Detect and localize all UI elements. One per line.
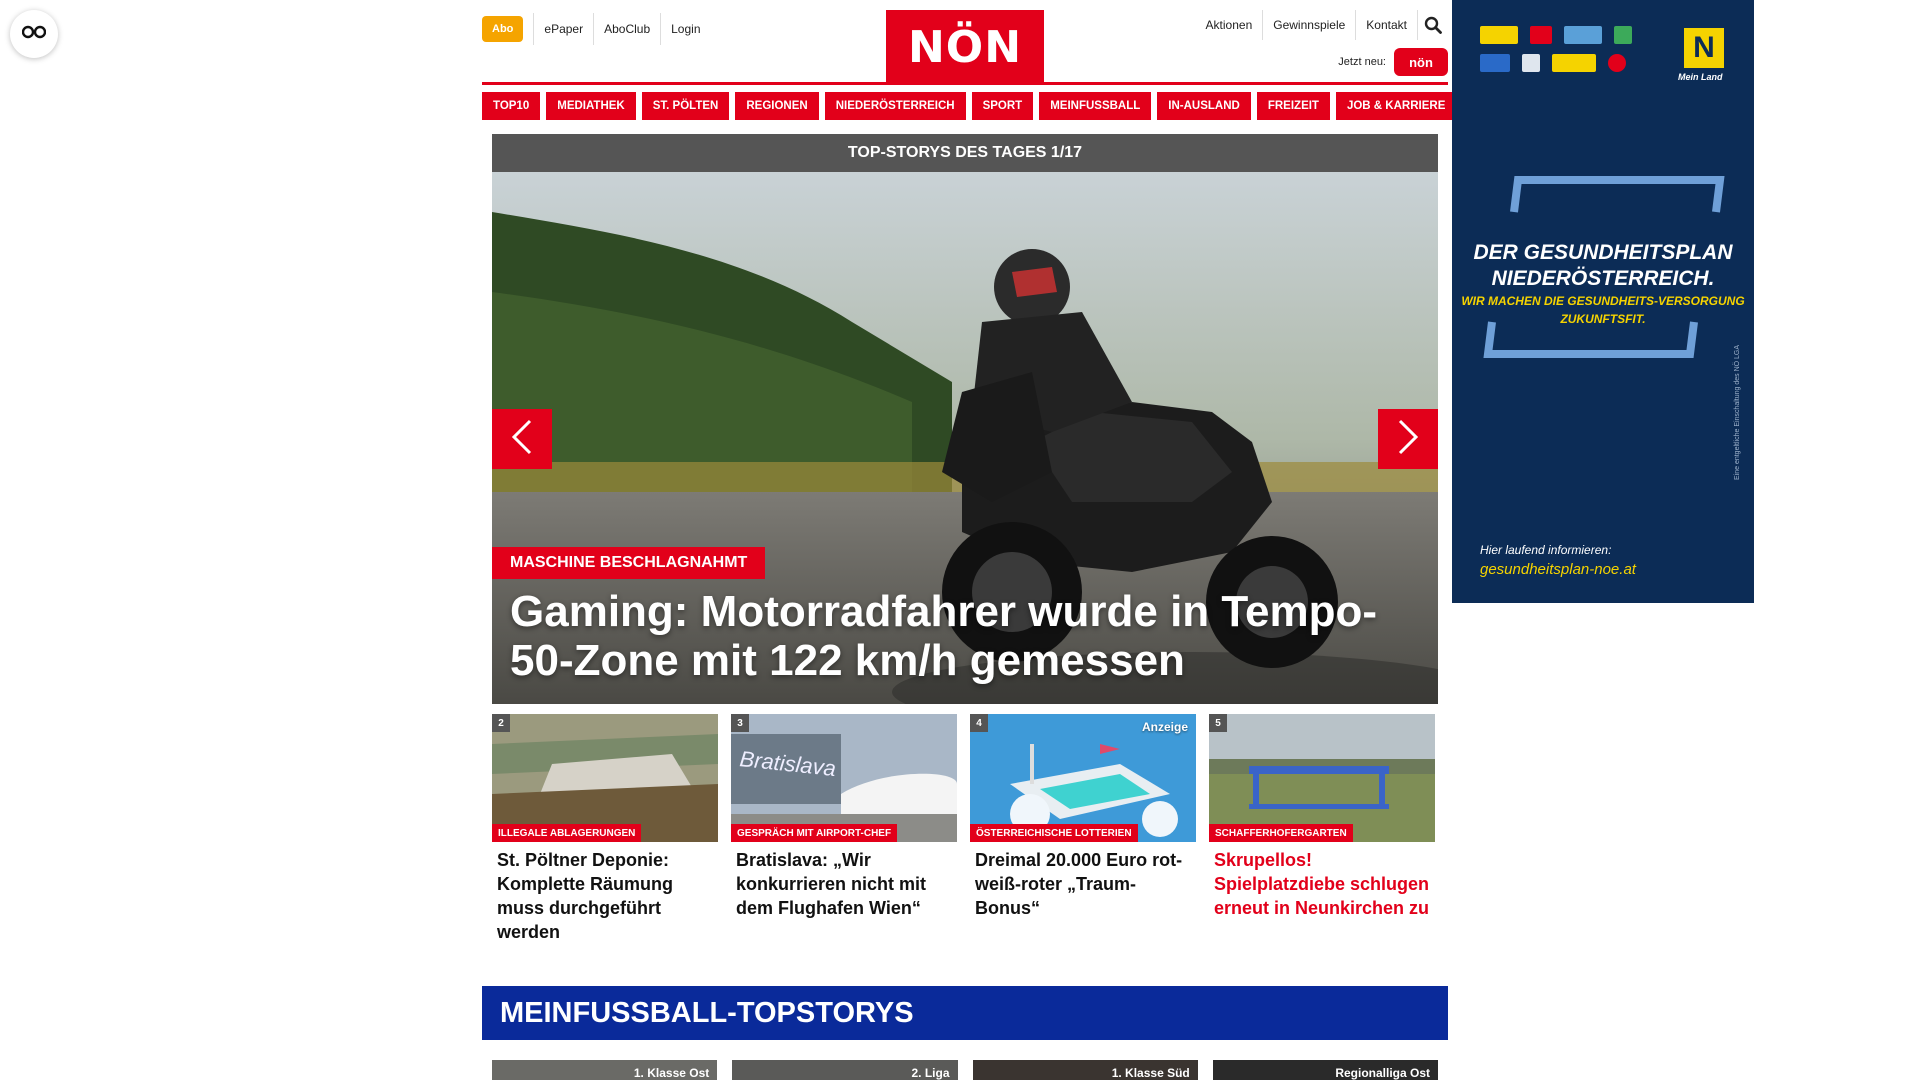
noe-logo: N — [1684, 28, 1724, 68]
ad-subline: WIR MACHEN DIE GESUNDHEITS-VERSORGUNG ZU… — [1461, 294, 1745, 326]
card-number: 4 — [970, 714, 988, 732]
kontakt-link[interactable]: Kontakt — [1356, 10, 1418, 40]
meinfussball-header[interactable]: MEINFUSSBALL-TOPSTORYS — [482, 986, 1448, 1040]
jetzt-neu: Jetzt neu: nön — [1338, 48, 1448, 76]
ad-disclaimer: Eine entgeltliche Einschaltung des NÖ LG… — [1734, 344, 1741, 480]
meinfussball-card[interactable]: Regionalliga Ost — [1212, 1060, 1438, 1080]
meinfussball-card[interactable]: 1. Klasse Süd — [972, 1060, 1198, 1080]
header-right-links: Aktionen Gewinnspiele Kontakt — [1196, 10, 1448, 40]
abo-button[interactable]: Abo — [482, 16, 524, 42]
jetzt-neu-label: Jetzt neu: — [1338, 56, 1386, 68]
hero-next-button[interactable] — [1378, 409, 1438, 469]
ad-label: Anzeige — [1141, 720, 1188, 734]
league-label: 1. Klasse Ost — [633, 1066, 710, 1080]
nav-sport[interactable]: SPORT — [971, 92, 1034, 120]
meinfussball-card[interactable]: 1. Klasse Ost — [492, 1060, 718, 1080]
ad-headline: DER GESUNDHEITSPLAN NIEDERÖSTERREICH. — [1473, 241, 1733, 290]
story-card[interactable]: 4 Anzeige ÖSTERREICHISCHE LOTTERIEN Drei… — [970, 714, 1196, 944]
hero-kicker: MASCHINE BESCHLAGNAHMT — [492, 547, 766, 579]
card-kicker: GESPRÄCH MIT AIRPORT-CHEF — [731, 824, 898, 842]
main-nav: TOP10 MEDIATHEK ST. PÖLTEN REGIONEN NIED… — [482, 92, 1457, 120]
card-title[interactable]: Bratislava: „Wir konkurrieren nicht mit … — [731, 842, 957, 920]
reader-mode-button[interactable] — [10, 10, 58, 58]
partner-logo — [1522, 54, 1540, 72]
story-card[interactable]: Bratislava 3 GESPRÄCH MIT AIRPORT-CHEF B… — [731, 714, 957, 944]
aktionen-link[interactable]: Aktionen — [1196, 10, 1264, 40]
partner-logo — [1530, 26, 1552, 44]
card-title[interactable]: Skrupellos! Spielplatzdiebe schlugen ern… — [1209, 842, 1435, 920]
card-kicker: ILLEGALE ABLAGERUNGEN — [492, 824, 642, 842]
reader-icon — [21, 25, 47, 44]
nav-job-karriere[interactable]: JOB & KARRIERE — [1335, 92, 1457, 120]
card-number: 5 — [1209, 714, 1227, 732]
league-label: 1. Klasse Süd — [1111, 1066, 1190, 1080]
card-number: 3 — [731, 714, 749, 732]
login-link[interactable]: Login — [660, 13, 710, 45]
card-kicker: SCHAFFERHOFERGARTEN — [1209, 824, 1353, 842]
story-card[interactable]: 2 ILLEGALE ABLAGERUNGEN St. Pöltner Depo… — [492, 714, 718, 944]
partner-logo — [1480, 26, 1518, 44]
search-icon[interactable] — [1418, 10, 1448, 40]
nav-top10[interactable]: TOP10 — [482, 92, 541, 120]
nav-niederoesterreich[interactable]: NIEDERÖSTERREICH — [824, 92, 966, 120]
site-header: Abo ePaper AboClub Login NÖN Aktionen Ge… — [482, 0, 1448, 86]
partner-logo — [1564, 26, 1602, 44]
partner-logo — [1552, 54, 1596, 72]
nav-st-poelten[interactable]: ST. PÖLTEN — [641, 92, 730, 120]
ad-banner[interactable]: N Mein Land DER GESUNDHEITSPLAN NIEDERÖS… — [1452, 0, 1754, 603]
ad-partner-logos — [1480, 26, 1680, 82]
ad-info: Hier laufend informieren: — [1480, 543, 1612, 557]
league-label: 2. Liga — [911, 1066, 950, 1080]
nav-freizeit[interactable]: FREIZEIT — [1256, 92, 1330, 120]
meinfussball-cards: 1. Klasse Ost 2. Liga 1. Klasse Süd Regi… — [492, 1060, 1438, 1080]
nav-regionen[interactable]: REGIONEN — [735, 92, 819, 120]
league-label: Regionalliga Ost — [1335, 1066, 1430, 1080]
card-title[interactable]: Dreimal 20.000 Euro rot-weiß-roter „Trau… — [970, 842, 1196, 920]
card-image: 2 ILLEGALE ABLAGERUNGEN — [492, 714, 718, 842]
hero-prev-button[interactable] — [492, 409, 552, 469]
noen-logo[interactable]: NÖN — [886, 10, 1044, 84]
epaper-link[interactable]: ePaper — [533, 13, 593, 45]
chevron-left-icon — [511, 419, 533, 460]
story-card[interactable]: 5 SCHAFFERHOFERGARTEN Skrupellos! Spielp… — [1209, 714, 1435, 944]
chevron-right-icon — [1397, 419, 1419, 460]
meinfussball-card[interactable]: 2. Liga — [732, 1060, 958, 1080]
card-image: 5 SCHAFFERHOFERGARTEN — [1209, 714, 1435, 842]
card-title[interactable]: St. Pöltner Deponie: Komplette Räumung m… — [492, 842, 718, 944]
card-number: 2 — [492, 714, 510, 732]
header-rule — [482, 82, 1448, 85]
nav-in-ausland[interactable]: IN-AUSLAND — [1157, 92, 1251, 120]
ad-url[interactable]: gesundheitsplan-noe.at — [1480, 561, 1636, 578]
partner-logo — [1608, 54, 1626, 72]
card-kicker: ÖSTERREICHISCHE LOTTERIEN — [970, 824, 1138, 842]
header-left-links: Abo ePaper AboClub Login — [482, 13, 711, 45]
hero-title[interactable]: Gaming: Motorradfahrer wurde in Tempo-50… — [510, 587, 1410, 685]
hero-story[interactable]: MASCHINE BESCHLAGNAHMT Gaming: Motorradf… — [492, 172, 1438, 704]
partner-logo — [1614, 26, 1632, 44]
nav-mediathek[interactable]: MEDIATHEK — [546, 92, 636, 120]
nav-meinfussball[interactable]: MEINFUSSBALL — [1039, 92, 1152, 120]
topstories-header: TOP-STORYS DES TAGES 1/17 — [492, 134, 1438, 172]
card-image: Bratislava 3 GESPRÄCH MIT AIRPORT-CHEF — [731, 714, 957, 842]
gewinnspiele-link[interactable]: Gewinnspiele — [1263, 10, 1357, 40]
mein-land-label: Mein Land — [1678, 72, 1723, 82]
story-cards: 2 ILLEGALE ABLAGERUNGEN St. Pöltner Depo… — [492, 714, 1438, 944]
aboclub-link[interactable]: AboClub — [593, 13, 660, 45]
card-image: 4 Anzeige ÖSTERREICHISCHE LOTTERIEN — [970, 714, 1196, 842]
partner-logo — [1480, 54, 1510, 72]
jetzt-neu-badge[interactable]: nön — [1394, 48, 1448, 76]
